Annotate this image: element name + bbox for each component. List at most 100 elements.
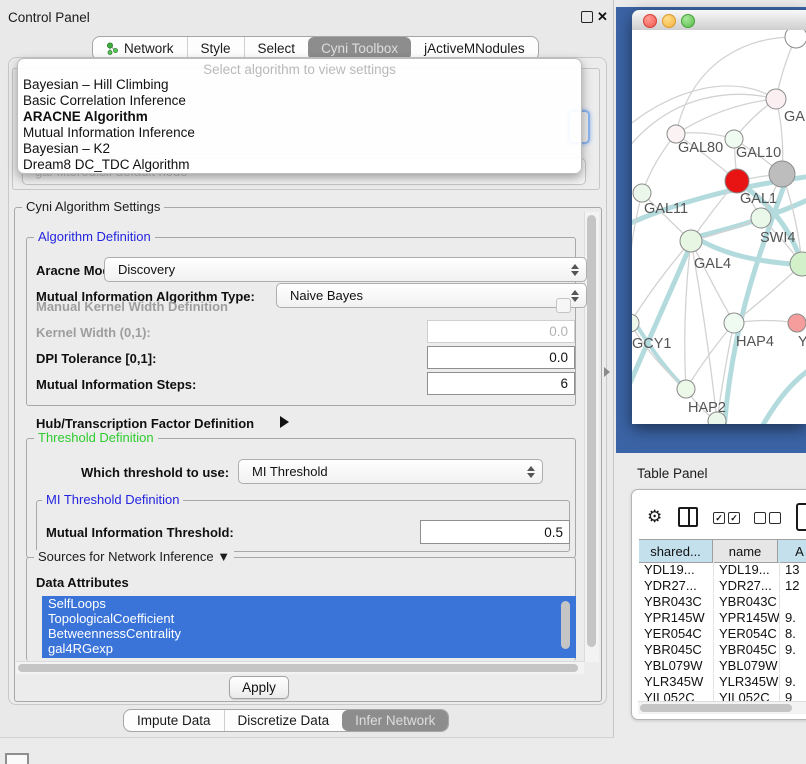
data-attributes-label: Data Attributes xyxy=(36,575,129,590)
aracne-mode-value: Discovery xyxy=(118,262,175,277)
table-hscrollbar-thumb[interactable] xyxy=(640,704,792,712)
table-cell: YER054C xyxy=(714,626,780,641)
node-gal1-red[interactable] xyxy=(725,169,749,193)
attribute-item[interactable]: BetweennessCentrality xyxy=(42,626,576,641)
zoom-traffic-light[interactable] xyxy=(681,14,695,28)
node-gal11[interactable] xyxy=(633,184,651,202)
algorithm-option[interactable]: Bayesian – Hill Climbing xyxy=(18,77,581,93)
table-cell: YBL079W xyxy=(714,658,780,673)
dpi-tolerance-field[interactable]: 0.0 xyxy=(427,346,575,369)
gear-icon[interactable]: ⚙ xyxy=(647,507,662,527)
unchecked-checkbox-icon[interactable] xyxy=(754,512,766,524)
settings-vscrollbar-thumb[interactable] xyxy=(587,215,596,647)
network-canvas[interactable]: GAL GAL80 GAL10 GAL1 GAL11 GAL4 SWI4 GCY… xyxy=(632,30,806,424)
table-row[interactable]: YBR045CYBR045C9. xyxy=(639,641,806,657)
mi-threshold-field[interactable]: 0.5 xyxy=(420,520,570,544)
hub-section-label[interactable]: Hub/Transcription Factor Definition xyxy=(36,416,254,431)
node-green-gal1[interactable] xyxy=(751,208,771,228)
file-icon[interactable] xyxy=(796,503,806,531)
sources-group-title[interactable]: Sources for Network Inference ▼ xyxy=(34,550,234,564)
tab-discretize-data[interactable]: Discretize Data xyxy=(224,710,343,731)
column-layout-icon[interactable] xyxy=(678,507,698,527)
checked-checkbox-icon[interactable]: ✓ xyxy=(728,512,740,524)
column-header-cut[interactable]: A xyxy=(778,540,806,562)
unchecked-checkbox-icon[interactable] xyxy=(769,512,781,524)
network-view-window: GAL GAL80 GAL10 GAL1 GAL11 GAL4 SWI4 GCY… xyxy=(632,10,806,424)
hub-collapse-arrow-icon[interactable] xyxy=(280,416,289,428)
node-hap4[interactable] xyxy=(724,313,744,333)
node-hap2[interactable] xyxy=(677,380,695,398)
mi-steps-field[interactable]: 6 xyxy=(427,372,575,395)
attribute-item[interactable]: TopologicalCoefficient xyxy=(42,611,576,626)
attribute-item[interactable]: gal4RGexp xyxy=(42,641,576,656)
which-threshold-combo[interactable]: MI Threshold xyxy=(238,459,543,484)
mi-threshold-value: 0.5 xyxy=(544,525,563,540)
tab-impute-data[interactable]: Impute Data xyxy=(124,710,224,731)
table-row[interactable]: YIL052CYIL052C9 xyxy=(639,689,806,701)
algorithm-option[interactable]: Mutual Information Inference xyxy=(18,125,581,141)
mi-threshold-label: Mutual Information Threshold: xyxy=(46,525,234,540)
kernel-width-field[interactable]: 0.0 xyxy=(427,320,575,343)
network-icon xyxy=(106,42,119,55)
table-cell: 9. xyxy=(780,642,806,657)
table-row[interactable]: YDL19...YDL19...13 xyxy=(639,561,806,577)
table-row[interactable]: YBR043CYBR043C xyxy=(639,593,806,609)
table-row[interactable]: YBL079WYBL079W xyxy=(639,657,806,673)
algorithm-option[interactable]: Dream8 DC_TDC Algorithm xyxy=(18,157,581,173)
node-top-cut[interactable] xyxy=(785,30,806,48)
minimize-traffic-light[interactable] xyxy=(662,14,676,28)
settings-hscrollbar-thumb[interactable] xyxy=(18,664,578,672)
aracne-mode-combo[interactable]: Discovery xyxy=(104,257,587,282)
algorithm-option-selected[interactable]: ARACNE Algorithm xyxy=(18,109,581,125)
manual-kernel-checkbox[interactable] xyxy=(556,298,571,313)
table-row[interactable]: YER054CYER054C8. xyxy=(639,625,806,641)
attribute-item[interactable]: SelfLoops xyxy=(42,596,576,611)
algorithm-definition-title: Algorithm Definition xyxy=(34,230,155,244)
node-gal4[interactable] xyxy=(680,230,702,252)
dpi-tolerance-label: DPI Tolerance [0,1]: xyxy=(36,351,156,366)
table-hscrollbar[interactable] xyxy=(638,701,806,714)
checked-checkbox-icon[interactable]: ✓ xyxy=(713,512,725,524)
attributes-vscrollbar-thumb[interactable] xyxy=(561,601,570,649)
table-cell: YBR043C xyxy=(714,594,780,609)
table-row[interactable]: YLR345WYLR345W9. xyxy=(639,673,806,689)
control-panel-window: Control Panel ✕ Network Style Select Cyn… xyxy=(0,0,614,738)
float-window-icon[interactable] xyxy=(581,11,593,23)
table-cell: YPR145W xyxy=(639,610,714,625)
table-cell: YER054C xyxy=(639,626,714,641)
network-window-titlebar[interactable] xyxy=(632,10,806,31)
table-cell: YIL052C xyxy=(639,690,714,702)
splitter-collapse-arrow[interactable] xyxy=(604,367,610,377)
table-cell: 9. xyxy=(780,610,806,625)
column-header-name[interactable]: name xyxy=(713,540,778,562)
table-cell: 13 xyxy=(780,562,806,577)
table-cell: YLR345W xyxy=(714,674,780,689)
algorithm-option[interactable]: Bayesian – K2 xyxy=(18,141,581,157)
mi-type-value: Naive Bayes xyxy=(290,288,363,303)
mi-type-combo[interactable]: Naive Bayes xyxy=(276,283,587,308)
mi-threshold-group-title: MI Threshold Definition xyxy=(42,493,183,507)
label-hap4: HAP4 xyxy=(736,334,774,350)
column-header-shared[interactable]: shared... xyxy=(639,540,713,562)
table-row[interactable]: YPR145WYPR145W9. xyxy=(639,609,806,625)
table-cell: YPR145W xyxy=(714,610,780,625)
label-gal10: GAL10 xyxy=(736,145,781,161)
label-gal80: GAL80 xyxy=(678,140,723,156)
node-pink-top[interactable] xyxy=(766,89,786,109)
node-salmon[interactable] xyxy=(788,314,806,332)
algorithm-option[interactable]: Basic Correlation Inference xyxy=(18,93,581,109)
combo-stepper-icon xyxy=(571,290,579,302)
close-traffic-light[interactable] xyxy=(643,14,657,28)
table-cell: YDL19... xyxy=(639,562,714,577)
table-row[interactable]: YDR27...YDR27...12 xyxy=(639,577,806,593)
close-icon[interactable]: ✕ xyxy=(597,10,608,23)
label-y-cut: Y xyxy=(798,334,806,350)
tab-infer-network[interactable]: Infer Network xyxy=(342,710,448,731)
cyni-algorithm-settings-title: Cyni Algorithm Settings xyxy=(22,200,164,214)
mi-steps-label: Mutual Information Steps: xyxy=(36,377,196,392)
minimized-panel-icon[interactable] xyxy=(5,753,29,764)
settings-hscrollbar[interactable] xyxy=(16,661,584,674)
combo-stepper-icon xyxy=(527,466,535,478)
apply-button[interactable]: Apply xyxy=(229,676,289,699)
node-gray[interactable] xyxy=(769,161,795,187)
